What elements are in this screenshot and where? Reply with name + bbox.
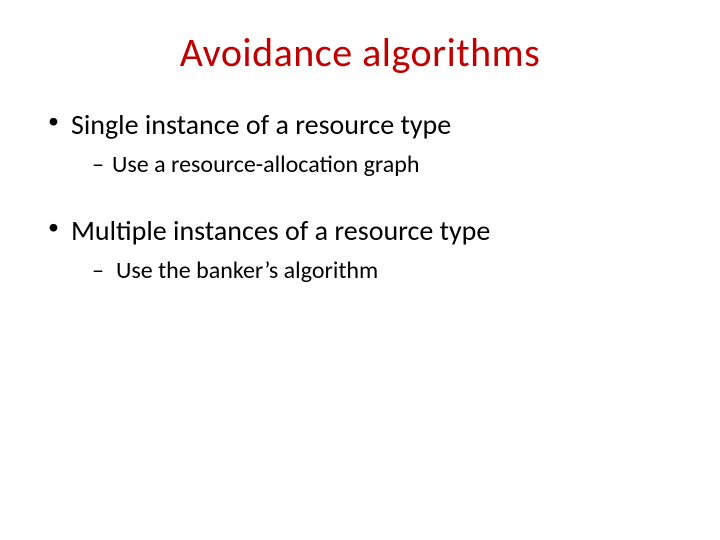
sub-bullet-text: Use a resource-allocation graph xyxy=(112,149,420,180)
sub-bullet-marker: – xyxy=(92,255,104,286)
bullet-item: • Single instance of a resource type xyxy=(48,107,680,143)
sub-bullet-text: Use the banker’s algorithm xyxy=(114,255,378,286)
bullet-text: Single instance of a resource type xyxy=(71,107,451,143)
bullet-text: Multiple instances of a resource type xyxy=(71,213,490,249)
sub-bullet-item: – Use a resource-allocation graph xyxy=(48,149,680,180)
page-title: Avoidance algorithms xyxy=(40,28,680,77)
slide-content: • Single instance of a resource type – U… xyxy=(40,107,680,286)
bullet-item: • Multiple instances of a resource type xyxy=(48,213,680,249)
bullet-marker: • xyxy=(48,107,59,136)
sub-bullet-marker: – xyxy=(92,149,104,180)
bullet-marker: • xyxy=(48,213,59,242)
sub-bullet-item: – Use the banker’s algorithm xyxy=(48,255,680,286)
